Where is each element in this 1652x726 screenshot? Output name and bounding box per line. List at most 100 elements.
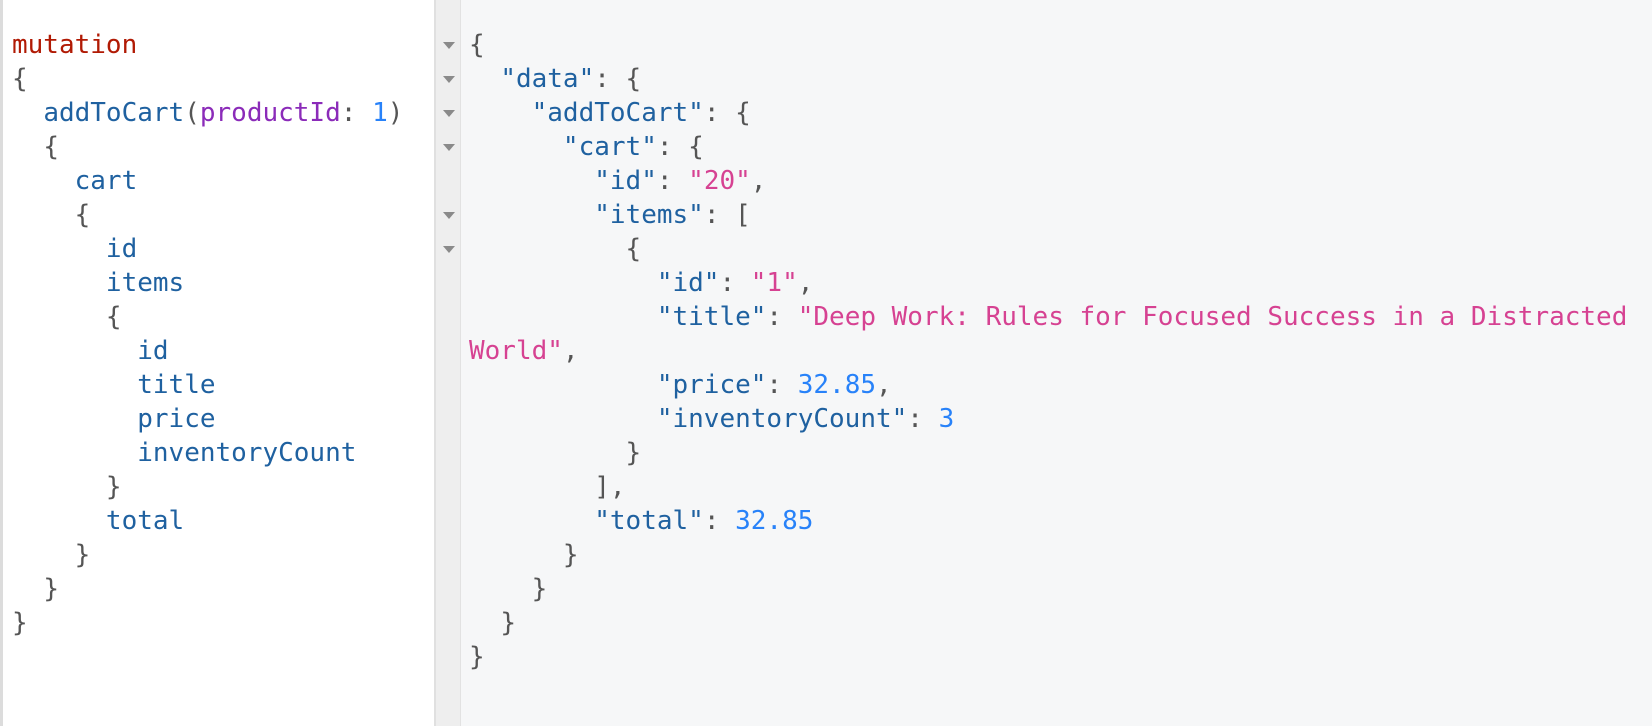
- items-field: items: [105, 268, 185, 298]
- brace: }: [469, 642, 485, 672]
- mutation-keyword: mutation: [12, 30, 138, 60]
- query-line-15: total: [12, 504, 403, 538]
- paren: ): [387, 98, 404, 128]
- comma: ,: [750, 166, 767, 196]
- result-line-8: "id": "1",: [469, 266, 1627, 300]
- id-field: id: [105, 234, 138, 264]
- price-key: "price": [656, 370, 767, 400]
- result-line-5: "id": "20",: [469, 164, 1627, 198]
- comma: ,: [876, 370, 892, 400]
- brace: }: [562, 540, 579, 570]
- result-line-1: {: [469, 28, 1627, 62]
- query-line-9: {: [12, 300, 403, 334]
- query-line-2: {: [12, 62, 403, 96]
- brace: }: [531, 574, 548, 604]
- item-title-value-wrap: World": [469, 336, 563, 366]
- result-line-12: }: [469, 436, 1627, 470]
- brace: {: [625, 234, 642, 264]
- query-line-18: }: [12, 606, 403, 640]
- graphiql-window: mutation { addToCart(productId: 1) { cart…: [0, 0, 1652, 726]
- cart-id-value: "20": [688, 166, 751, 196]
- colon: :: [656, 166, 689, 196]
- result-line-6: "items": [: [469, 198, 1627, 232]
- cart-key: "cart": [562, 132, 657, 162]
- query-line-10: id: [12, 334, 403, 368]
- result-line-10: "price": 32.85,: [469, 368, 1627, 402]
- query-line-14: }: [12, 470, 403, 504]
- bracket: ],: [594, 472, 626, 502]
- chevron-down-icon[interactable]: [443, 212, 455, 219]
- item-price-value: 32.85: [797, 370, 877, 400]
- result-line-2: "data": {: [469, 62, 1627, 96]
- colon: :: [907, 404, 939, 434]
- brace: }: [500, 608, 516, 638]
- colon: : {: [703, 98, 751, 128]
- paren: (: [184, 98, 200, 128]
- brace: {: [43, 132, 59, 162]
- data-key: "data": [500, 64, 595, 94]
- inventory-count-key: "inventoryCount": [656, 404, 908, 434]
- colon: :: [719, 268, 751, 298]
- title-key: "title": [656, 302, 767, 332]
- result-line-16: }: [469, 572, 1627, 606]
- colon: :: [340, 98, 373, 128]
- result-line-4: "cart": {: [469, 130, 1627, 164]
- id-key: "id": [594, 166, 657, 196]
- query-line-5: cart: [12, 164, 403, 198]
- item-id-field: id: [137, 336, 169, 366]
- query-line-13: inventoryCount: [12, 436, 403, 470]
- result-line-3: "addToCart": {: [469, 96, 1627, 130]
- brace: {: [12, 64, 28, 94]
- result-code: { "data": { "addToCart": { "cart": { "id…: [469, 28, 1627, 674]
- query-line-6: {: [12, 198, 403, 232]
- product-id-value: 1: [372, 98, 388, 128]
- result-line-13: ],: [469, 470, 1627, 504]
- brace: {: [469, 30, 485, 60]
- colon: :: [766, 370, 798, 400]
- cart-field: cart: [74, 166, 138, 196]
- query-line-17: }: [12, 572, 403, 606]
- query-line-11: title: [12, 368, 403, 402]
- query-line-4: {: [12, 130, 403, 164]
- colon: : {: [656, 132, 704, 162]
- chevron-down-icon[interactable]: [443, 110, 455, 117]
- total-field: total: [105, 506, 185, 536]
- result-line-17: }: [469, 606, 1627, 640]
- query-code: mutation { addToCart(productId: 1) { cart…: [12, 28, 403, 640]
- query-line-16: }: [12, 538, 403, 572]
- brace: }: [105, 472, 122, 502]
- item-title-value: "Deep Work: Rules for Focused Success in…: [797, 302, 1628, 332]
- colon: :: [766, 302, 798, 332]
- brace: }: [12, 608, 28, 638]
- brace: }: [74, 540, 91, 570]
- query-line-12: price: [12, 402, 403, 436]
- result-gutter: [436, 0, 461, 726]
- chevron-down-icon[interactable]: [443, 76, 455, 83]
- colon: : [: [703, 200, 751, 230]
- inventory-count-field: inventoryCount: [137, 438, 357, 468]
- item-id-value: "1": [750, 268, 798, 298]
- result-line-9-wrap: World",: [469, 334, 1627, 368]
- result-line-18: }: [469, 640, 1627, 674]
- inventory-count-value: 3: [938, 404, 955, 434]
- items-key: "items": [594, 200, 704, 230]
- query-editor[interactable]: mutation { addToCart(productId: 1) { cart…: [3, 0, 434, 726]
- result-line-15: }: [469, 538, 1627, 572]
- result-viewer: { "data": { "addToCart": { "cart": { "id…: [461, 0, 1652, 726]
- result-line-9: "title": "Deep Work: Rules for Focused S…: [469, 300, 1628, 334]
- query-line-1: mutation: [12, 28, 403, 62]
- brace: }: [625, 438, 642, 468]
- query-line-8: items: [12, 266, 403, 300]
- query-line-3: addToCart(productId: 1): [12, 96, 403, 130]
- result-line-11: "inventoryCount": 3: [469, 402, 1627, 436]
- result-line-14: "total": 32.85: [469, 504, 1627, 538]
- brace: }: [43, 574, 59, 604]
- chevron-down-icon[interactable]: [443, 42, 455, 49]
- total-key: "total": [594, 506, 704, 536]
- brace: {: [105, 302, 122, 332]
- comma: ,: [562, 336, 579, 366]
- chevron-down-icon[interactable]: [443, 144, 455, 151]
- chevron-down-icon[interactable]: [443, 246, 455, 253]
- total-value: 32.85: [735, 506, 814, 536]
- colon: :: [703, 506, 736, 536]
